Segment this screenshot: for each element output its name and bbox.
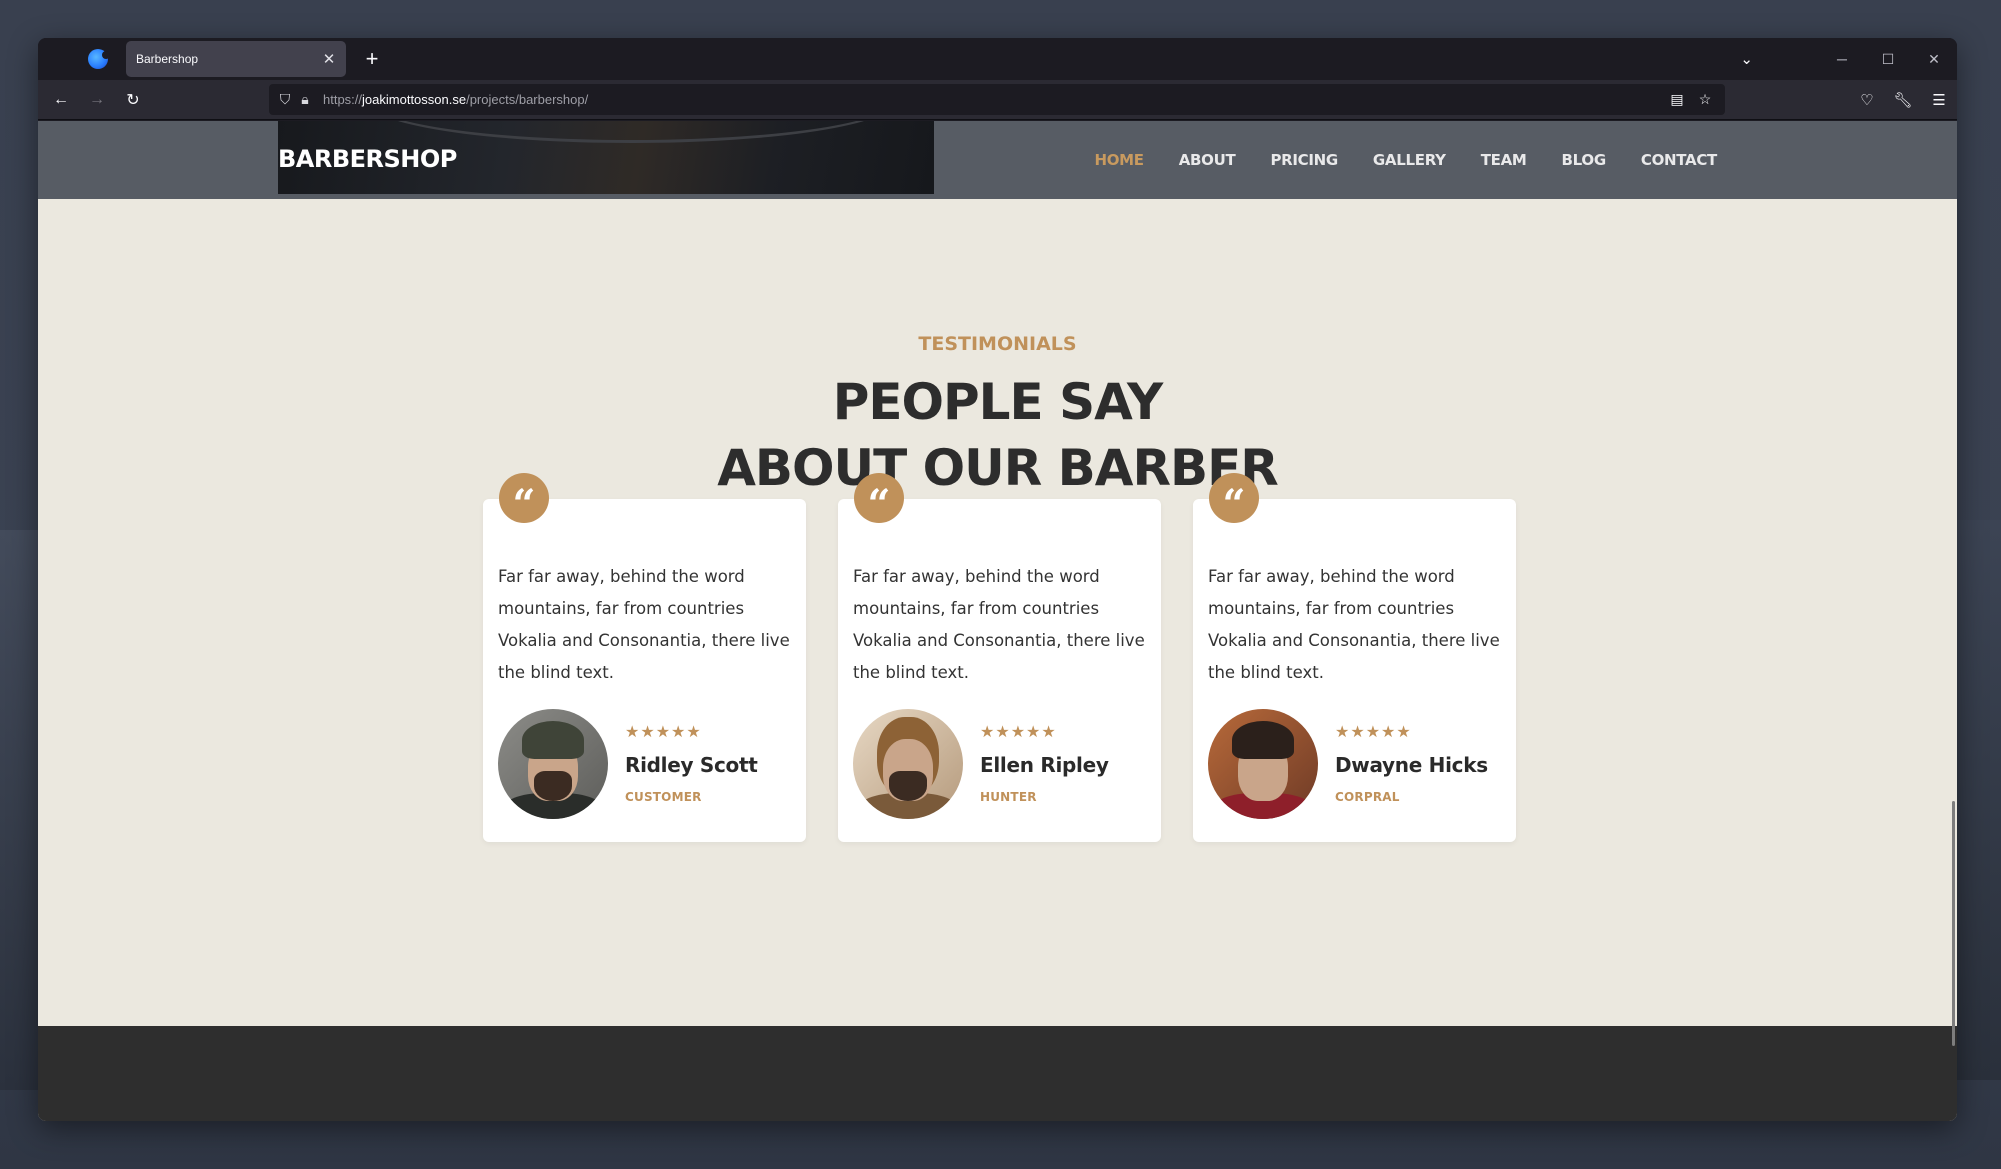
quote-icon: “ bbox=[499, 473, 549, 525]
url-host: joakimottosson.se bbox=[362, 92, 467, 107]
wrench-icon[interactable]: 🔧︎ bbox=[1885, 91, 1921, 109]
url-text[interactable]: https://joakimottosson.se/projects/barbe… bbox=[323, 92, 588, 107]
desktop-backdrop-left bbox=[0, 530, 40, 1090]
forward-arrow-icon[interactable]: → bbox=[79, 91, 115, 109]
section-heading: PEOPLE SAY ABOUT OUR BARBER bbox=[38, 369, 1957, 501]
site-nav: HOME ABOUT PRICING GALLERY TEAM BLOG CON… bbox=[1059, 151, 1717, 169]
site-header: BARBERSHOP HOME ABOUT PRICING GALLERY TE… bbox=[38, 121, 1957, 199]
nav-contact[interactable]: CONTACT bbox=[1641, 151, 1717, 169]
nav-team[interactable]: TEAM bbox=[1481, 151, 1527, 169]
nav-pricing[interactable]: PRICING bbox=[1270, 151, 1338, 169]
back-arrow-icon[interactable]: ← bbox=[43, 91, 79, 109]
nav-gallery[interactable]: GALLERY bbox=[1373, 151, 1446, 169]
nav-about[interactable]: ABOUT bbox=[1179, 151, 1236, 169]
url-scheme: https:// bbox=[323, 92, 363, 107]
url-path: /projects/barbershop/ bbox=[466, 92, 589, 107]
navigation-toolbar: ← → ↻ ⛉ 🔒︎ https://joakimottosson.se/pro… bbox=[38, 80, 1957, 120]
browser-window: Barbershop ✕ + ⌄ ─ ☐ ✕ ← → ↻ ⛉ 🔒︎ https:… bbox=[38, 38, 1957, 1121]
reader-view-icon[interactable]: ▤ bbox=[1663, 91, 1691, 108]
heading-line-1: PEOPLE SAY bbox=[832, 373, 1164, 431]
section-label: TESTIMONIALS bbox=[918, 333, 1077, 355]
hamburger-menu-icon[interactable]: ☰ bbox=[1921, 91, 1957, 109]
testimonial-cards: “ Far far away, behind the word mountain… bbox=[483, 473, 1516, 842]
reload-icon[interactable]: ↻ bbox=[115, 90, 151, 110]
tab-strip: Barbershop ✕ + ⌄ ─ ☐ ✕ bbox=[38, 38, 1957, 80]
person-name: Ridley Scott bbox=[625, 753, 758, 777]
firefox-logo-icon[interactable] bbox=[88, 49, 110, 69]
quote-icon: “ bbox=[854, 473, 904, 525]
testimonial-quote: Far far away, behind the word mountains,… bbox=[498, 567, 790, 682]
page-viewport: BARBERSHOP HOME ABOUT PRICING GALLERY TE… bbox=[38, 121, 1957, 1121]
person-role: CUSTOMER bbox=[625, 790, 702, 804]
star-rating: ★★★★★ bbox=[980, 722, 1057, 741]
close-icon[interactable]: ✕ bbox=[322, 50, 336, 68]
brand-logo[interactable]: BARBERSHOP bbox=[278, 145, 457, 173]
heading-line-2: ABOUT OUR BARBER bbox=[717, 439, 1279, 497]
nav-home[interactable]: HOME bbox=[1094, 151, 1144, 169]
quote-icon: “ bbox=[1209, 473, 1259, 525]
pocket-icon[interactable]: ♡ bbox=[1849, 91, 1885, 109]
chevron-down-icon[interactable]: ⌄ bbox=[1740, 50, 1753, 68]
address-bar[interactable]: ⛉ 🔒︎ https://joakimottosson.se/projects/… bbox=[269, 84, 1725, 115]
toolbar-right: ♡ 🔧︎ ☰ bbox=[1849, 80, 1957, 120]
desktop-backdrop-right bbox=[1957, 520, 2001, 1080]
person-name: Ellen Ripley bbox=[980, 753, 1109, 777]
person-name: Dwayne Hicks bbox=[1335, 753, 1488, 777]
page-scrollbar[interactable] bbox=[1952, 801, 1955, 1046]
avatar bbox=[853, 709, 963, 819]
maximize-icon[interactable]: ☐ bbox=[1865, 51, 1911, 68]
tab-barbershop[interactable]: Barbershop ✕ bbox=[126, 41, 346, 77]
star-rating: ★★★★★ bbox=[1335, 722, 1412, 741]
new-tab-plus-icon[interactable]: + bbox=[360, 46, 384, 72]
person-role: HUNTER bbox=[980, 790, 1037, 804]
tab-title: Barbershop bbox=[136, 52, 199, 66]
nav-blog[interactable]: BLOG bbox=[1562, 151, 1607, 169]
address-bar-actions: ▤ ☆ bbox=[1663, 91, 1719, 108]
testimonial-card: “ Far far away, behind the word mountain… bbox=[483, 473, 806, 842]
avatar bbox=[1208, 709, 1318, 819]
minimize-icon[interactable]: ─ bbox=[1819, 51, 1865, 67]
testimonial-quote: Far far away, behind the word mountains,… bbox=[1208, 567, 1500, 682]
footer bbox=[38, 1026, 1957, 1121]
testimonial-card: “ Far far away, behind the word mountain… bbox=[1193, 473, 1516, 842]
star-rating: ★★★★★ bbox=[625, 722, 702, 741]
person-role: CORPRAL bbox=[1335, 790, 1400, 804]
bookmark-star-icon[interactable]: ☆ bbox=[1691, 91, 1719, 108]
window-controls: ⌄ ─ ☐ ✕ bbox=[1740, 38, 1957, 80]
avatar bbox=[498, 709, 608, 819]
shield-icon[interactable]: ⛉ bbox=[275, 91, 295, 108]
testimonial-card: “ Far far away, behind the word mountain… bbox=[838, 473, 1161, 842]
testimonial-quote: Far far away, behind the word mountains,… bbox=[853, 567, 1145, 682]
lock-icon[interactable]: 🔒︎ bbox=[295, 91, 315, 108]
close-window-icon[interactable]: ✕ bbox=[1911, 51, 1957, 68]
